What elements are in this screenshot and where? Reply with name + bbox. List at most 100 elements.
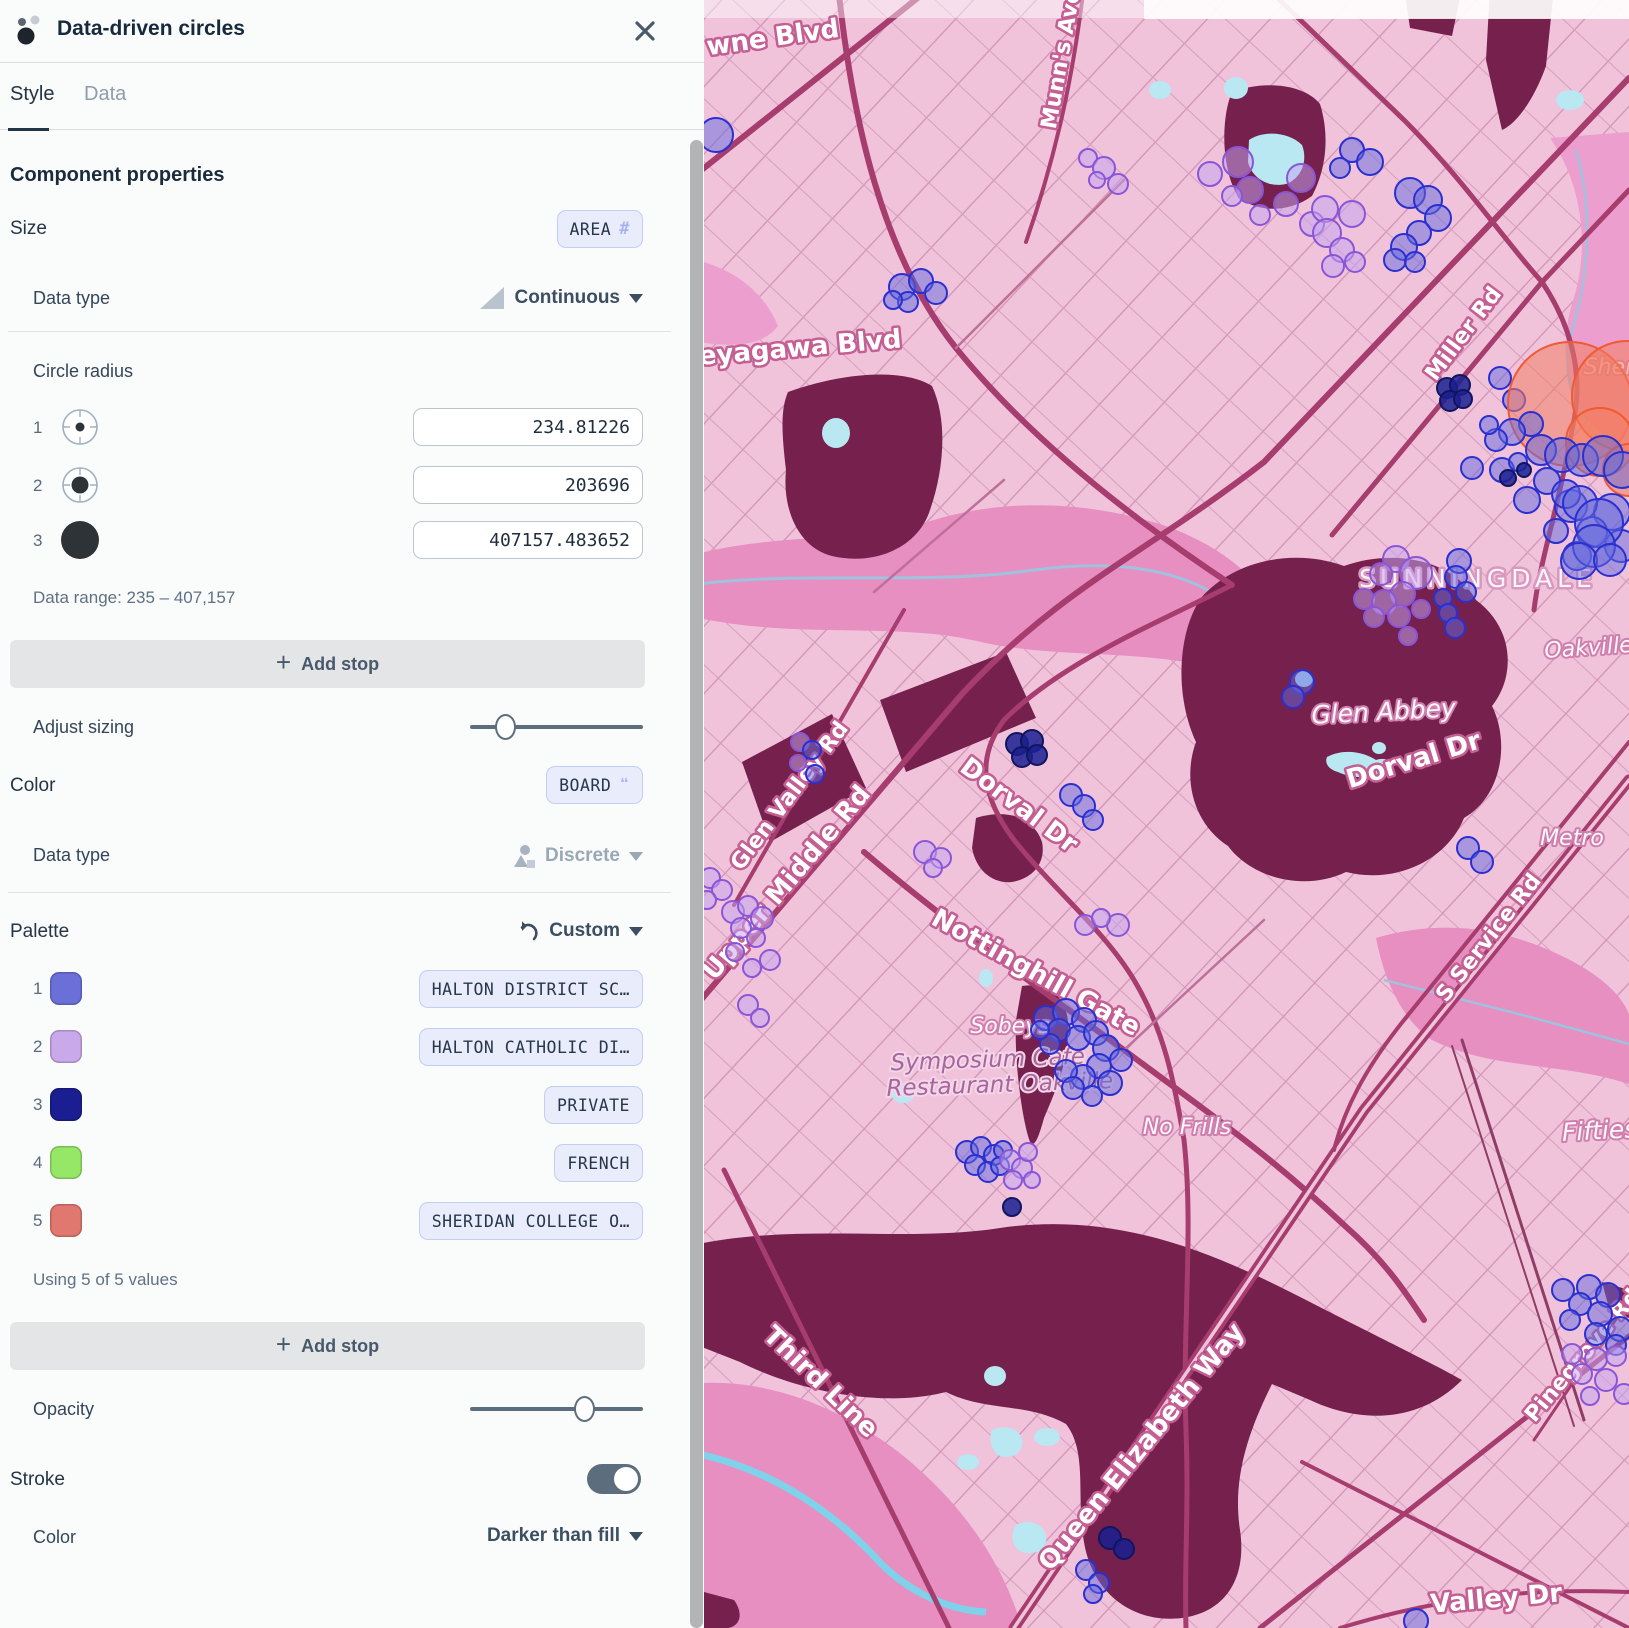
map-circle-hdsb[interactable]: [1480, 416, 1498, 434]
map-circle-hcdsb[interactable]: [1223, 147, 1253, 177]
map-circle-hcdsb[interactable]: [1388, 605, 1410, 627]
map-circle-private[interactable]: [1500, 470, 1516, 486]
map-circle-hdsb[interactable]: [1471, 851, 1493, 873]
map-circle-hcdsb[interactable]: [1345, 252, 1365, 272]
slider-thumb[interactable]: [574, 1396, 595, 1422]
map-circle-hcdsb[interactable]: [1250, 205, 1270, 225]
map-circle-hcdsb[interactable]: [1198, 162, 1222, 186]
map-circle-hcdsb[interactable]: [1287, 164, 1315, 192]
map-circle-hcdsb[interactable]: [1412, 600, 1430, 618]
map-circle-hdsb[interactable]: [803, 741, 821, 759]
map-circle-hcdsb[interactable]: [704, 891, 716, 909]
map-circle-hcdsb[interactable]: [1274, 192, 1298, 216]
map-circle-hdsb[interactable]: [1404, 1609, 1428, 1628]
palette-color-swatch[interactable]: [50, 1204, 82, 1237]
map-circle-hdsb[interactable]: [1594, 544, 1626, 576]
map-circle-hdsb[interactable]: [1561, 543, 1597, 579]
map-circle-hdsb[interactable]: [1062, 1077, 1084, 1099]
map-circle-private[interactable]: [1003, 1198, 1021, 1216]
map-circle-hdsb[interactable]: [1588, 1302, 1612, 1326]
map-circle-hcdsb[interactable]: [1019, 1143, 1037, 1161]
map-circle-hcdsb[interactable]: [747, 929, 765, 947]
map-circle-hcdsb[interactable]: [1004, 1171, 1022, 1189]
palette-value-chip[interactable]: HALTON CATHOLIC DI…: [419, 1028, 643, 1066]
map-circle-hcdsb[interactable]: [1606, 1346, 1626, 1366]
map-circle-hcdsb[interactable]: [1089, 172, 1105, 188]
opacity-slider[interactable]: [470, 1396, 643, 1422]
map-circle-hdsb[interactable]: [1585, 1323, 1607, 1345]
map-circle-hcdsb[interactable]: [1581, 1387, 1599, 1405]
adjust-sizing-slider[interactable]: [470, 714, 643, 740]
map-circle-hdsb[interactable]: [1110, 1049, 1132, 1071]
close-icon[interactable]: [630, 16, 660, 46]
map-circle-hcdsb[interactable]: [1595, 1369, 1617, 1391]
map-circle-hdsb[interactable]: [1560, 1310, 1580, 1330]
palette-color-swatch[interactable]: [50, 1088, 82, 1121]
map-circle-hdsb[interactable]: [806, 765, 824, 783]
map-circle-hcdsb[interactable]: [751, 907, 773, 929]
map-circle-hcdsb[interactable]: [1222, 186, 1242, 206]
palette-color-swatch[interactable]: [50, 1030, 82, 1063]
color-datatype-dropdown[interactable]: Discrete: [512, 843, 643, 869]
radius-stop-icon[interactable]: [58, 463, 102, 507]
map-circle-hdsb[interactable]: [1456, 582, 1476, 602]
map-circle-hcdsb[interactable]: [924, 859, 942, 877]
map-circle-hcdsb[interactable]: [751, 1009, 769, 1027]
map-circle-hdsb[interactable]: [1489, 367, 1511, 389]
palette-value-chip[interactable]: FRENCH: [554, 1144, 643, 1182]
map-circle-hcdsb[interactable]: [760, 950, 780, 970]
radius-stop-icon[interactable]: [58, 405, 102, 449]
map-circle-hdsb[interactable]: [1084, 1585, 1102, 1603]
map-circle-hcdsb[interactable]: [1399, 627, 1417, 645]
map-circle-hcdsb[interactable]: [1572, 1364, 1592, 1384]
map-circle-hcdsb[interactable]: [1614, 1384, 1629, 1404]
map-circle-hdsb[interactable]: [1405, 252, 1425, 272]
map-circle-hdsb[interactable]: [1384, 249, 1406, 271]
panel-scrollbar[interactable]: [690, 140, 703, 1628]
slider-thumb[interactable]: [495, 714, 516, 740]
map-circle-private[interactable]: [1517, 463, 1531, 477]
palette-value-chip[interactable]: SHERIDAN COLLEGE O…: [419, 1202, 643, 1240]
tab-data[interactable]: Data: [84, 83, 126, 106]
size-datatype-dropdown[interactable]: Continuous: [479, 286, 643, 310]
map-circle-hcdsb[interactable]: [1354, 589, 1374, 609]
map-circle-hdsb[interactable]: [925, 282, 947, 304]
map-circle-hdsb[interactable]: [1357, 149, 1383, 175]
map-circle-hcdsb[interactable]: [1322, 255, 1344, 277]
map-circle-hcdsb[interactable]: [726, 943, 744, 961]
size-field-chip[interactable]: AREA #: [557, 210, 644, 248]
map-circle-hdsb[interactable]: [1031, 1021, 1049, 1039]
map-circle-private[interactable]: [1027, 745, 1047, 765]
stroke-color-dropdown[interactable]: Darker than fill: [487, 1525, 643, 1547]
radius-stop-input[interactable]: 407157.483652: [413, 521, 643, 559]
map-circle-hcdsb[interactable]: [1024, 1172, 1040, 1188]
map-circle-private[interactable]: [1114, 1539, 1134, 1559]
palette-mode-dropdown[interactable]: Custom: [516, 919, 643, 943]
map-circle-hdsb[interactable]: [1082, 1086, 1102, 1106]
map-canvas[interactable]: wne BlvdMunn's AveNeyagawa BlvdMiller Rd…: [704, 0, 1629, 1628]
map-circle-hdsb[interactable]: [1461, 457, 1483, 479]
radius-stop-input[interactable]: 203696: [413, 466, 643, 504]
map-circle-hcdsb[interactable]: [1108, 174, 1128, 194]
add-color-stop-button[interactable]: + Add stop: [10, 1322, 645, 1370]
stroke-toggle[interactable]: [587, 1464, 641, 1494]
map-circle-hdsb[interactable]: [1083, 810, 1103, 830]
map-circle-hdsb[interactable]: [1282, 686, 1304, 708]
map-circle-hcdsb[interactable]: [1339, 201, 1365, 227]
tab-style[interactable]: Style: [10, 83, 54, 106]
map-circle-hcdsb[interactable]: [1364, 607, 1384, 627]
map-circle-hdsb[interactable]: [704, 118, 733, 152]
radius-stop-icon[interactable]: [58, 518, 102, 562]
map-circle-hcdsb[interactable]: [790, 755, 806, 771]
map-circle-private[interactable]: [1454, 390, 1472, 408]
palette-color-swatch[interactable]: [50, 1146, 82, 1179]
palette-value-chip[interactable]: HALTON DISTRICT SC…: [419, 970, 643, 1008]
map-circle-hdsb[interactable]: [1544, 519, 1568, 543]
map-circle-hdsb[interactable]: [1445, 618, 1465, 638]
map-circle-hdsb[interactable]: [884, 291, 902, 309]
map-circle-hcdsb[interactable]: [1092, 909, 1110, 927]
map-circle-hdsb[interactable]: [1514, 487, 1540, 513]
radius-stop-input[interactable]: 234.81226: [413, 408, 643, 446]
add-size-stop-button[interactable]: + Add stop: [10, 640, 645, 688]
map-circle-hdsb[interactable]: [1330, 158, 1350, 178]
